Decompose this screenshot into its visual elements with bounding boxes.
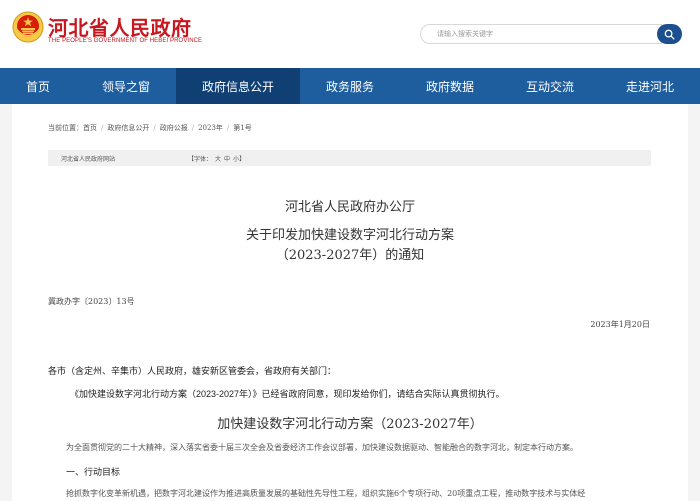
main-content: 当前位置： 首页 / 政府信息公开 / 政府公报 / 2023年 / 第1号 河… (12, 104, 688, 501)
search-button[interactable] (657, 24, 682, 44)
search-bar (420, 24, 682, 44)
main-nav: 首页 领导之窗 政府信息公开 政务服务 政府数据 互动交流 走进河北 (0, 68, 700, 104)
document-issuer: 河北省人民政府办公厅 (284, 200, 415, 215)
font-size-large[interactable]: 大 (215, 156, 221, 163)
nav-item-home[interactable]: 首页 (0, 68, 76, 104)
breadcrumb-separator: / (153, 124, 156, 132)
breadcrumb-separator: / (226, 124, 230, 132)
document-recipients: 各市（含定州、辛集市）人民政府，雄安新区管委会，省政府有关部门： (48, 366, 337, 376)
nav-item-services[interactable]: 政务服务 (300, 68, 400, 104)
nav-item-about-hebei[interactable]: 走进河北 (600, 68, 700, 104)
breadcrumb-item-gazette[interactable]: 政府公报 (160, 123, 188, 133)
search-input[interactable] (420, 24, 662, 44)
breadcrumb-separator: / (191, 124, 195, 132)
breadcrumb-item-issue[interactable]: 第1号 (233, 123, 251, 133)
paragraph-intro: 为全面贯彻党的二十大精神，深入落实省委十届三次全会及省委经济工作会议部署，加快建… (66, 443, 578, 452)
site-title[interactable]: 河北省人民政府 (48, 12, 192, 41)
search-icon (664, 29, 675, 40)
font-size-label: 【字体： (188, 156, 213, 163)
document-number: 冀政办字〔2023〕13号 (48, 297, 135, 306)
breadcrumb-separator: / (101, 124, 104, 132)
section-heading: 一、行动目标 (66, 467, 121, 477)
nav-item-gov-info[interactable]: 政府信息公开 (176, 68, 300, 104)
breadcrumb-prefix: 当前位置： (48, 124, 83, 132)
breadcrumb-item-gov-info[interactable]: 政府信息公开 (107, 123, 149, 133)
document-title-line2: （2023-2027年）的通知 (275, 248, 425, 263)
document-date: 2023年1月20日 (590, 320, 650, 329)
national-emblem-icon[interactable] (12, 11, 44, 43)
breadcrumb-item-home[interactable]: 首页 (83, 123, 97, 133)
document-title-line1: 关于印发加快建设数字河北行动方案 (245, 228, 454, 243)
paragraph-goals: 抢抓数字化变革新机遇，把数字河北建设作为推进高质量发展的基础性先导性工程，组织实… (66, 489, 586, 498)
notice-body: 《加快建设数字河北行动方案（2023-2027年）》已经省政府同意，现印发给你们… (70, 389, 505, 399)
nav-item-leaders[interactable]: 领导之窗 (76, 68, 176, 104)
font-size-control: 【字体：大中小】 (188, 154, 245, 163)
article-source: 河北省人民政府网站 (61, 156, 116, 163)
font-size-medium[interactable]: 中 (224, 156, 230, 163)
nav-item-interaction[interactable]: 互动交流 (500, 68, 600, 104)
font-size-end: 】 (239, 156, 246, 163)
plan-title: 加快建设数字河北行动方案（2023-2027年） (217, 417, 483, 432)
breadcrumb-item-year[interactable]: 2023年 (198, 123, 223, 133)
breadcrumb: 当前位置： 首页 / 政府信息公开 / 政府公报 / 2023年 / 第1号 (48, 123, 252, 133)
site-header: 河北省人民政府 THE PEOPLE'S GOVERNMENT OF HEBEI… (0, 0, 700, 68)
article-info-bar: 河北省人民政府网站 【字体：大中小】 (48, 150, 651, 166)
nav-item-data[interactable]: 政府数据 (400, 68, 500, 104)
site-subtitle: THE PEOPLE'S GOVERNMENT OF HEBEI PROVINC… (48, 38, 203, 44)
